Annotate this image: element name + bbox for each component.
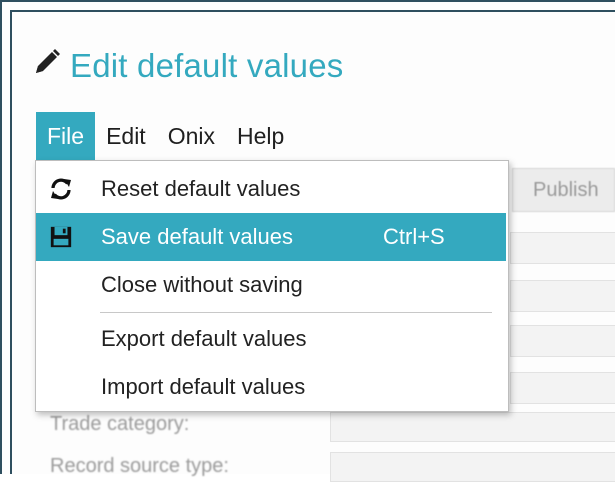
- trade-category-field[interactable]: [330, 412, 615, 442]
- record-source-type-label: Record source type:: [50, 455, 229, 477]
- tab-publish[interactable]: Publish: [512, 168, 615, 212]
- shortcut-label: Ctrl+S: [383, 224, 445, 249]
- background-field[interactable]: [510, 232, 615, 264]
- menu-item-label: Save default values: [101, 224, 294, 249]
- trade-category-label: Trade category:: [50, 413, 190, 435]
- menu-item-label: Close without saving: [101, 272, 303, 297]
- background-field[interactable]: [510, 280, 615, 312]
- file-menu-dropdown: Reset default values Save default values…: [35, 160, 509, 412]
- menu-item-close-without-saving[interactable]: Close without saving: [36, 261, 506, 309]
- dialog-border-top: [10, 10, 615, 12]
- tab-publish-label: Publish: [533, 178, 599, 201]
- record-source-type-field[interactable]: [330, 452, 615, 482]
- menu-help[interactable]: Help: [226, 112, 295, 160]
- menu-file[interactable]: File: [36, 112, 96, 160]
- dialog-title-text: Edit default values: [70, 47, 344, 84]
- menu-separator: [100, 312, 492, 313]
- menu-edit[interactable]: Edit: [95, 112, 157, 160]
- menu-onix[interactable]: Onix: [157, 112, 226, 160]
- pencil-icon: [32, 47, 62, 85]
- refresh-icon: [48, 176, 74, 202]
- save-icon: [48, 224, 74, 250]
- menu-bar: File Edit Onix Help: [36, 112, 295, 160]
- background-field[interactable]: [510, 372, 615, 404]
- dialog-border-left: [10, 10, 12, 474]
- menu-item-label: Reset default values: [101, 176, 301, 201]
- menu-item-label: Import default values: [101, 374, 306, 399]
- menu-item-export-default-values[interactable]: Export default values: [36, 315, 506, 363]
- menu-item-import-default-values[interactable]: Import default values: [36, 363, 506, 411]
- dialog-title: Edit default values: [32, 44, 343, 88]
- menu-item-save-default-values[interactable]: Save default values Ctrl+S: [36, 213, 506, 261]
- menu-item-reset-default-values[interactable]: Reset default values: [36, 165, 506, 213]
- background-field[interactable]: [510, 325, 615, 357]
- menu-item-label: Export default values: [101, 326, 307, 351]
